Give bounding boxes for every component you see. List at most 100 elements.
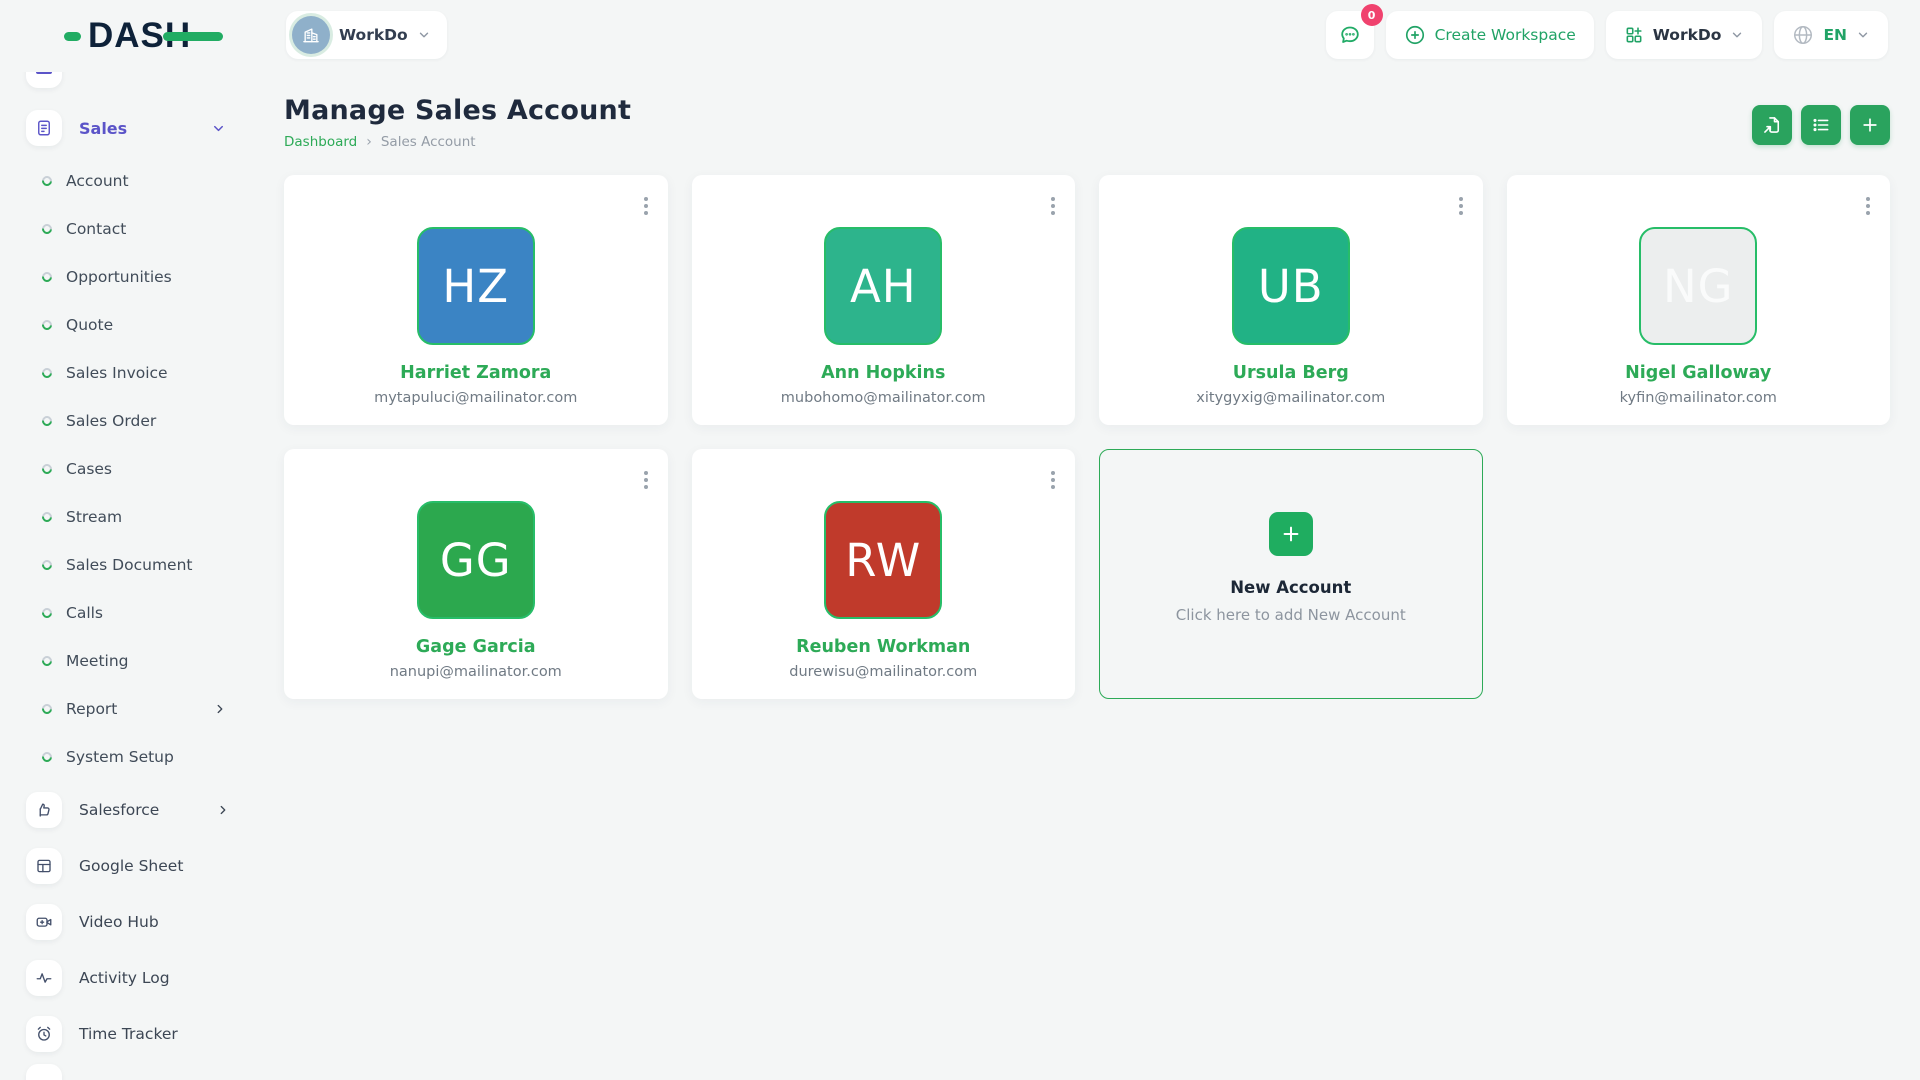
sidebar-item-partial-bottom[interactable] (26, 1064, 62, 1080)
breadcrumb-current: Sales Account (381, 134, 476, 150)
card-menu-button[interactable] (638, 465, 654, 495)
card-menu-button[interactable] (1860, 191, 1876, 221)
sidebar-item-label: Contact (66, 220, 126, 238)
account-name-link[interactable]: Ann Hopkins (692, 363, 1076, 383)
card-menu-button[interactable] (1453, 191, 1469, 221)
topbar-actions: 0 Create Workspace Work (1326, 11, 1888, 59)
sidebar-item-label: Activity Log (79, 969, 170, 987)
workspace-selector[interactable]: WorkDo (286, 11, 447, 59)
language-code: EN (1823, 26, 1847, 44)
new-account-subtitle: Click here to add New Account (1100, 606, 1482, 624)
sidebar-item-account[interactable]: Account (0, 157, 260, 205)
sidebar-section-label: Sales (79, 119, 127, 138)
sidebar-item-salesforce[interactable]: Salesforce (0, 782, 260, 838)
bullet-icon (40, 654, 54, 668)
language-selector[interactable]: EN (1774, 11, 1888, 59)
sidebar-modules: Salesforce Google Sheet Video Hub (0, 782, 260, 1062)
bullet-icon (40, 702, 54, 716)
sidebar-item-label: Opportunities (66, 268, 172, 286)
add-icon (1860, 115, 1880, 135)
messages-button[interactable]: 0 (1326, 11, 1374, 59)
sidebar-item-meeting[interactable]: Meeting (0, 637, 260, 685)
workspace-avatar (292, 16, 330, 54)
bullet-icon (40, 606, 54, 620)
sidebar-item-activity-log[interactable]: Activity Log (0, 950, 260, 1006)
sidebar-item-stream[interactable]: Stream (0, 493, 260, 541)
chevron-down-icon (1856, 28, 1870, 42)
bullet-icon (40, 414, 54, 428)
sidebar-item-label: Time Tracker (79, 1025, 178, 1043)
partial-icon (26, 1064, 62, 1080)
sidebar-item-label: Quote (66, 316, 113, 334)
account-avatar: UB (1232, 227, 1350, 345)
breadcrumb-dashboard-link[interactable]: Dashboard (284, 134, 357, 150)
sidebar-item-time-tracker[interactable]: Time Tracker (0, 1006, 260, 1062)
thumbs-up-icon (26, 792, 62, 828)
sidebar-item-sales-document[interactable]: Sales Document (0, 541, 260, 589)
export-button[interactable] (1752, 105, 1792, 145)
sidebar-item-calls[interactable]: Calls (0, 589, 260, 637)
account-avatar: AH (824, 227, 942, 345)
account-avatar: GG (417, 501, 535, 619)
sidebar-item-system-setup[interactable]: System Setup (0, 733, 260, 781)
bullet-icon (40, 174, 54, 188)
sidebar-item-sales-order[interactable]: Sales Order (0, 397, 260, 445)
sidebar-item-partial-top[interactable] (26, 72, 260, 88)
card-menu-button[interactable] (1045, 465, 1061, 495)
page-title: Manage Sales Account (284, 96, 631, 126)
account-name-link[interactable]: Gage Garcia (284, 637, 668, 657)
sidebar-item-google-sheet[interactable]: Google Sheet (0, 838, 260, 894)
sidebar-item-quote[interactable]: Quote (0, 301, 260, 349)
file-export-icon (1762, 115, 1782, 135)
sidebar: Sales Account Contact Opportunities Quot… (0, 72, 260, 1080)
account-card: NG Nigel Galloway kyfin@mailinator.com (1507, 175, 1891, 425)
brand-logo[interactable]: DASH (64, 16, 191, 56)
account-name-link[interactable]: Reuben Workman (692, 637, 1076, 657)
chevron-right-icon (213, 702, 227, 716)
globe-icon (1792, 24, 1814, 46)
main-content: Manage Sales Account Dashboard › Sales A… (284, 72, 1890, 1080)
video-camera-icon (26, 904, 62, 940)
card-menu-button[interactable] (638, 191, 654, 221)
sidebar-item-contact[interactable]: Contact (0, 205, 260, 253)
apps-menu-button[interactable]: WorkDo (1606, 11, 1763, 59)
sidebar-item-label: Meeting (66, 652, 129, 670)
chevron-down-icon (1730, 28, 1744, 42)
page-header: Manage Sales Account Dashboard › Sales A… (284, 96, 1890, 150)
new-account-card[interactable]: New Account Click here to add New Accoun… (1099, 449, 1483, 699)
top-header: DASH WorkDo 0 (0, 0, 1920, 72)
bullet-icon (40, 750, 54, 764)
chat-icon (1338, 23, 1362, 47)
bullet-icon (40, 510, 54, 524)
add-account-button[interactable] (1850, 105, 1890, 145)
sidebar-item-label: Video Hub (79, 913, 159, 931)
create-workspace-button[interactable]: Create Workspace (1386, 11, 1594, 59)
account-email: xitygyxig@mailinator.com (1099, 390, 1483, 406)
new-account-title: New Account (1100, 578, 1482, 597)
alarm-clock-icon (26, 1016, 62, 1052)
account-card: UB Ursula Berg xitygyxig@mailinator.com (1099, 175, 1483, 425)
account-avatar: NG (1639, 227, 1757, 345)
sidebar-item-label: Sales Invoice (66, 364, 168, 382)
sidebar-item-sales-invoice[interactable]: Sales Invoice (0, 349, 260, 397)
sidebar-item-opportunities[interactable]: Opportunities (0, 253, 260, 301)
sidebar-item-label: Calls (66, 604, 103, 622)
list-view-button[interactable] (1801, 105, 1841, 145)
page-toolbar (1752, 105, 1890, 145)
dashboard-partial-icon (26, 72, 62, 88)
account-email: nanupi@mailinator.com (284, 664, 668, 680)
logo-dash-icon (64, 32, 81, 41)
sidebar-item-report[interactable]: Report (0, 685, 260, 733)
account-name-link[interactable]: Ursula Berg (1099, 363, 1483, 383)
bullet-icon (40, 318, 54, 332)
bullet-icon (40, 558, 54, 572)
sidebar-item-cases[interactable]: Cases (0, 445, 260, 493)
sidebar-item-video-hub[interactable]: Video Hub (0, 894, 260, 950)
account-name-link[interactable]: Nigel Galloway (1507, 363, 1891, 383)
activity-pulse-icon (26, 960, 62, 996)
card-menu-button[interactable] (1045, 191, 1061, 221)
sidebar-item-label: Report (66, 700, 117, 718)
sidebar-section-sales[interactable]: Sales (26, 110, 260, 146)
account-name-link[interactable]: Harriet Zamora (284, 363, 668, 383)
sales-submenu: Account Contact Opportunities Quote Sale… (0, 157, 260, 781)
